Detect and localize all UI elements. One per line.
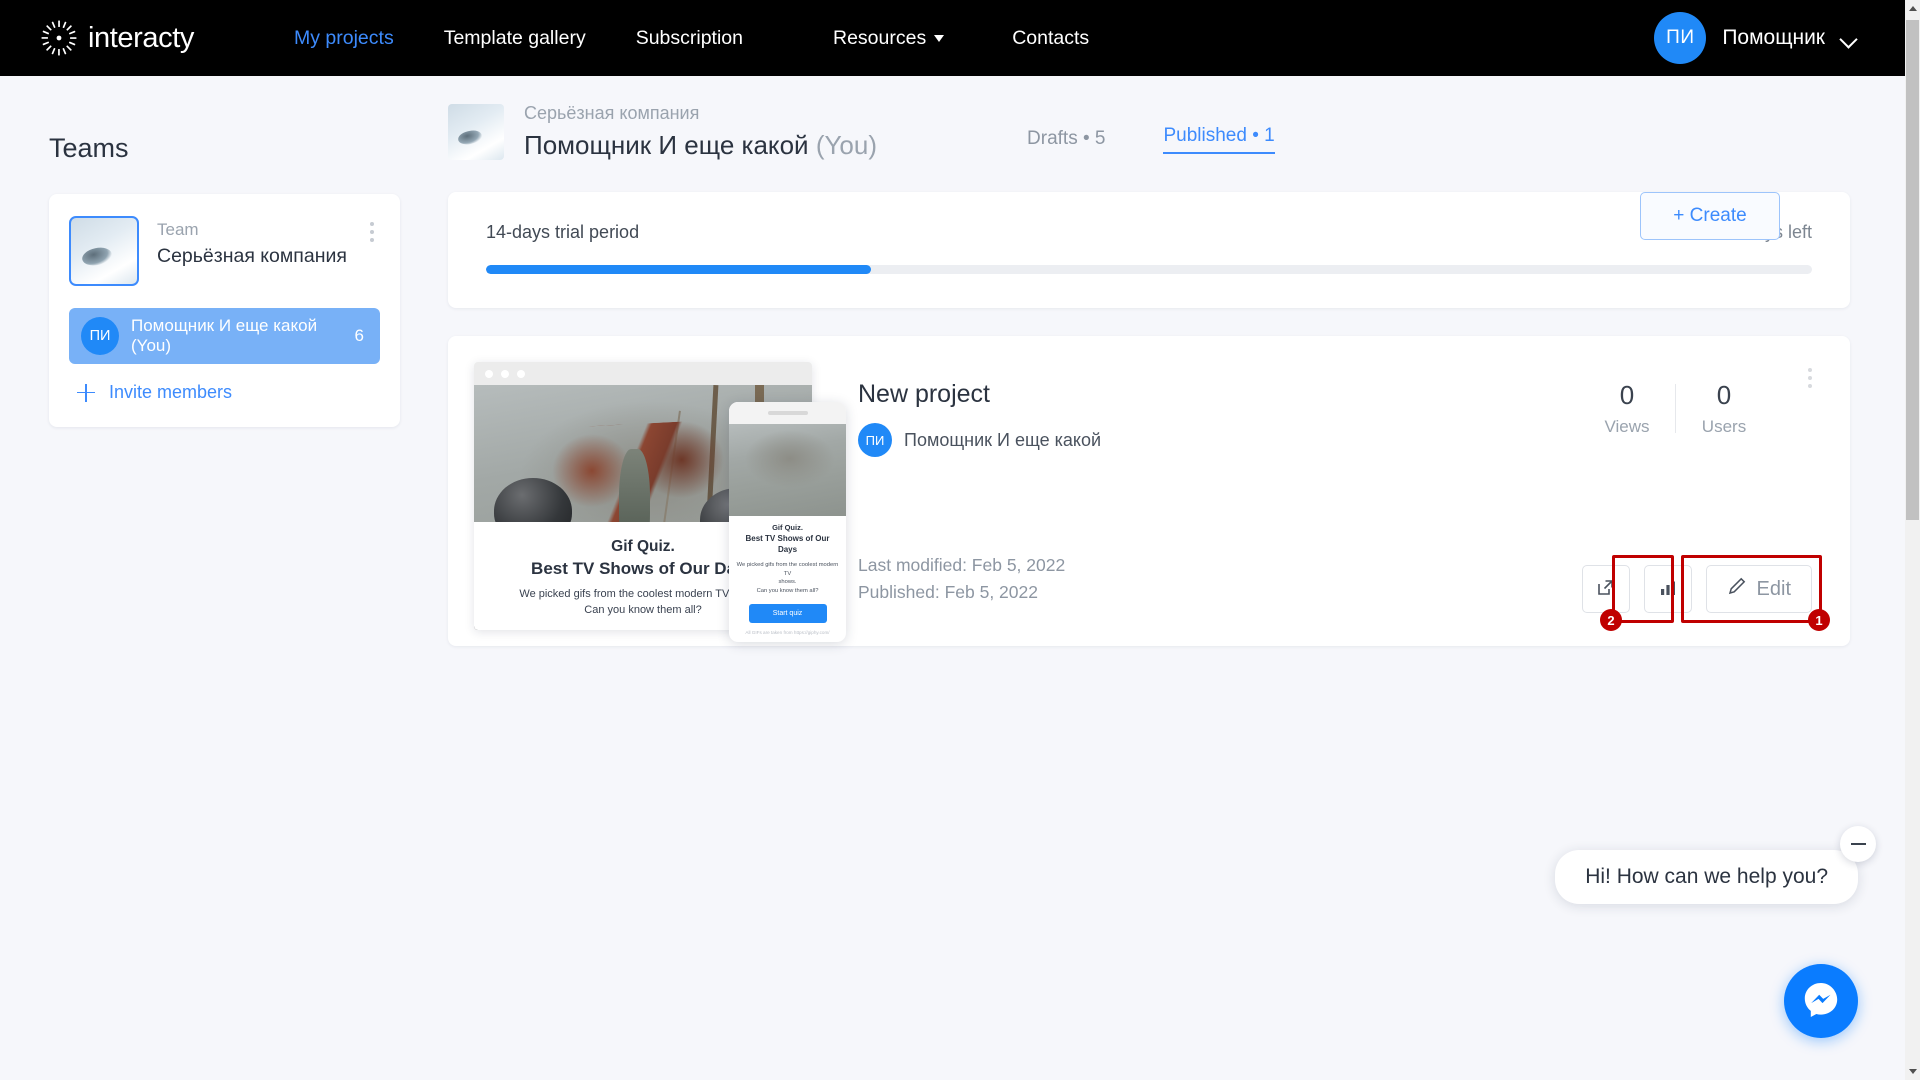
statistics-button[interactable]	[1643, 565, 1692, 613]
project-author: ПИ Помощник И еще какой	[858, 423, 1101, 457]
invite-members-label: Invite members	[109, 382, 233, 402]
views-count: 0	[1619, 380, 1635, 410]
users-count: 0	[1716, 380, 1732, 410]
trial-progress-track	[486, 265, 1812, 274]
scroll-down-arrow-icon[interactable]	[1905, 1063, 1920, 1080]
nav-my-projects[interactable]: My projects	[294, 27, 394, 50]
minimize-icon	[1850, 843, 1866, 845]
project-header: Серьёзная компания Помощник И еще какой …	[448, 76, 1848, 160]
messenger-icon	[1799, 977, 1843, 1026]
bar-chart-icon	[1658, 578, 1678, 601]
phone-paragraph-line3: Can you know them all?	[756, 587, 819, 594]
nav-subscription[interactable]: Subscription	[636, 27, 743, 50]
member-avatar: ПИ	[81, 317, 119, 355]
project-info: New project ПИ Помощник И еще какой	[858, 380, 1101, 457]
company-name-label: Серьёзная компания	[524, 103, 700, 123]
plus-icon	[77, 383, 95, 402]
kebab-menu-icon[interactable]	[362, 222, 382, 242]
phone-start-quiz-button[interactable]: Start quiz	[748, 604, 827, 623]
teams-sidebar: Teams Team Серьёзная компания ПИ Помощни…	[0, 76, 420, 427]
stat-users: 0 Users	[1676, 380, 1772, 437]
phone-title-line1: Gif Quiz.	[772, 523, 803, 532]
create-button[interactable]: + Create	[1640, 192, 1780, 240]
project-actions: Edit	[1581, 565, 1812, 613]
annotation-number-2: 2	[1600, 609, 1622, 631]
annotation-number-1: 1	[1808, 609, 1830, 631]
phone-title-line2: Best TV Shows of Our Days	[745, 534, 830, 554]
project-author-avatar: ПИ	[858, 423, 892, 457]
project-card: Gif Quiz. Best TV Shows of Our Days We p…	[448, 336, 1850, 646]
edit-button-label: Edit	[1756, 577, 1791, 600]
project-author-name: Помощник И еще какой	[904, 429, 1102, 450]
user-avatar: ПИ	[1654, 12, 1707, 64]
team-name-label: Серьёзная компания	[157, 245, 347, 267]
phone-paragraph-line1: We picked gifs from the coolest modern T…	[736, 562, 839, 577]
edit-button[interactable]: Edit	[1705, 565, 1812, 613]
team-avatar	[69, 216, 139, 286]
project-kebab-menu-icon[interactable]	[1808, 368, 1812, 388]
chat-greeting-bubble[interactable]: Hi! How can we help you?	[1555, 850, 1858, 904]
nav-my-projects-label: My projects	[294, 26, 394, 49]
team-row[interactable]: Team Серьёзная компания	[69, 216, 380, 286]
primary-nav: My projects Template gallery Subscriptio…	[294, 27, 1139, 50]
sidebar-member-item[interactable]: ПИ Помощник И еще какой (You) 6	[69, 308, 380, 364]
scrollbar-thumb[interactable]	[1906, 20, 1919, 520]
phone-speaker-bar	[729, 402, 846, 424]
chevron-down-icon	[1841, 33, 1857, 43]
vertical-scrollbar[interactable]	[1905, 0, 1920, 1080]
mobile-preview: Gif Quiz. Best TV Shows of Our Days We p…	[729, 402, 846, 642]
tab-drafts[interactable]: Drafts • 5	[1027, 128, 1105, 150]
project-filter-tabs: Drafts • 5 Published • 1	[1027, 111, 1275, 154]
user-menu[interactable]: ПИ Помощник	[1654, 0, 1857, 76]
nav-template-gallery[interactable]: Template gallery	[444, 27, 586, 50]
company-avatar	[448, 104, 504, 160]
open-external-button[interactable]	[1581, 565, 1630, 613]
nav-contacts[interactable]: Contacts	[1012, 27, 1089, 50]
users-label: Users	[1701, 417, 1747, 436]
nav-subscription-label: Subscription	[635, 26, 743, 49]
main-content: Серьёзная компания Помощник И еще какой …	[448, 76, 1850, 646]
views-label: Views	[1604, 417, 1650, 436]
external-link-icon	[1595, 577, 1616, 601]
pencil-icon	[1727, 576, 1747, 602]
brand-logo[interactable]: interacty	[40, 19, 194, 57]
tab-published[interactable]: Published • 1	[1163, 125, 1275, 154]
trial-period-label: 14-days trial period	[486, 222, 640, 242]
chevron-down-icon	[934, 34, 945, 42]
nav-resources[interactable]: Resources	[833, 26, 945, 50]
project-stats: 0 Views 0 Users	[1579, 380, 1772, 437]
page-title: Помощник И еще какой (You)	[524, 130, 877, 161]
brand-name: interacty	[88, 21, 194, 54]
owner-you-suffix: (You)	[815, 130, 878, 160]
phone-screenshot	[729, 424, 846, 516]
project-name: New project	[858, 380, 990, 408]
member-name-label: Помощник И еще какой (You)	[131, 316, 318, 355]
nav-contacts-label: Contacts	[1012, 26, 1090, 49]
browser-chrome-bar	[474, 362, 812, 385]
messenger-chat-button[interactable]	[1784, 964, 1858, 1038]
owner-name-label: Помощник И еще какой	[524, 130, 809, 160]
member-project-count: 6	[354, 326, 364, 345]
nav-resources-label: Resources	[833, 26, 927, 49]
project-dates: Last modified: Feb 5, 2022 Published: Fe…	[858, 552, 1065, 606]
project-preview[interactable]: Gif Quiz. Best TV Shows of Our Days We p…	[474, 362, 894, 644]
team-type-label: Team	[157, 220, 199, 239]
teams-heading: Teams	[49, 133, 129, 163]
stat-views: 0 Views	[1579, 380, 1675, 437]
chat-minimize-button[interactable]	[1840, 826, 1876, 862]
published-date-label: Published: Feb 5, 2022	[858, 582, 1038, 602]
nav-template-gallery-label: Template gallery	[443, 26, 586, 49]
interacty-radial-logo-icon	[40, 19, 78, 57]
phone-paragraph-line2: shows.	[778, 579, 797, 585]
trial-progress-fill	[486, 265, 871, 274]
last-modified-label: Last modified: Feb 5, 2022	[858, 555, 1066, 575]
team-card: Team Серьёзная компания ПИ Помощник И ещ…	[49, 194, 400, 427]
invite-members-button[interactable]: Invite members	[69, 382, 380, 403]
top-navigation-bar: interacty My projects Template gallery S…	[0, 0, 1905, 76]
scroll-up-arrow-icon[interactable]	[1905, 0, 1920, 17]
phone-footnote: All GIFs are taken from https://giphy.co…	[745, 630, 830, 635]
user-name-label: Помощник	[1722, 26, 1825, 49]
